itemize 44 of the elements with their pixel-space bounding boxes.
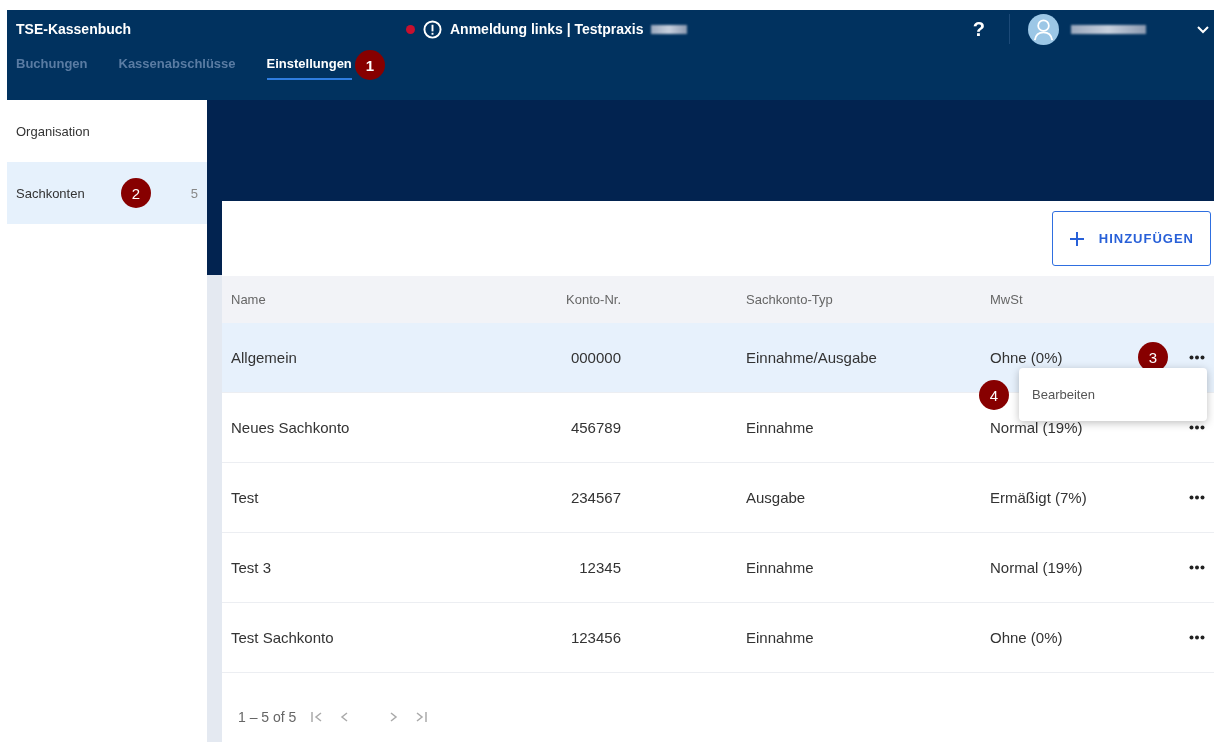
more-icon[interactable]	[1189, 565, 1205, 570]
callout-number: 1	[354, 50, 385, 80]
sidebar-item[interactable]: Sachkonten 2 5	[7, 162, 207, 224]
table-cell: Normal (19%)	[990, 559, 1083, 576]
table-cell: Ermäßigt (7%)	[990, 489, 1087, 506]
avatar-icon[interactable]	[1028, 13, 1059, 45]
table-cell-text: Einnahme/Ausgabe	[745, 349, 877, 366]
table-cell-text: Einnahme	[745, 419, 814, 436]
sidebar-label: Organisation	[16, 123, 90, 139]
table-cell: Test 3	[231, 559, 272, 576]
alert-icon	[423, 19, 442, 39]
table-cell-text: Ausgabe	[745, 489, 806, 506]
more-icon[interactable]	[1189, 635, 1205, 640]
table-cell: Allgemein	[231, 349, 297, 366]
status-text: Anmeldung links | Testpraxis	[450, 21, 644, 37]
table-cell: Neues Sachkonto	[231, 419, 350, 436]
app-title: TSE-Kassenbuch	[16, 21, 133, 37]
redacted-text	[651, 24, 688, 34]
column-header: MwSt	[990, 292, 1023, 307]
table-cell: 000000	[570, 349, 621, 366]
table-cell: 234567	[570, 489, 621, 506]
add-button[interactable]: HINZUFÜGEN	[1051, 211, 1211, 266]
pagination-range: 1 – 5 of 5	[238, 709, 297, 725]
item-count: 5	[190, 185, 198, 201]
table-cell: 12345	[579, 559, 621, 576]
column-header: Konto-Nr.	[566, 292, 621, 307]
table-cell-text: Einnahme	[745, 559, 814, 576]
plus-icon	[1068, 230, 1085, 247]
more-icon[interactable]	[1189, 355, 1205, 360]
column-header: Name	[231, 292, 266, 307]
table-cell: Ohne (0%)	[990, 349, 1063, 366]
table-cell: 123456	[570, 629, 621, 646]
help-button[interactable]: ?	[972, 17, 985, 41]
table-cell: Normal (19%)	[990, 419, 1083, 436]
more-icon[interactable]	[1189, 495, 1205, 500]
table-cell: Test	[231, 489, 259, 506]
table-cell: Test Sachkonto	[231, 629, 334, 646]
sidebar-label: Sachkonten	[16, 185, 85, 201]
column-header: Sachkonto-Typ	[745, 292, 833, 307]
callout-number: 2	[121, 178, 151, 208]
table-cell: 456789	[570, 419, 621, 436]
table-cell-text: Einnahme	[745, 629, 814, 646]
table-cell: Ohne (0%)	[990, 629, 1063, 646]
more-icon[interactable]	[1189, 425, 1205, 430]
